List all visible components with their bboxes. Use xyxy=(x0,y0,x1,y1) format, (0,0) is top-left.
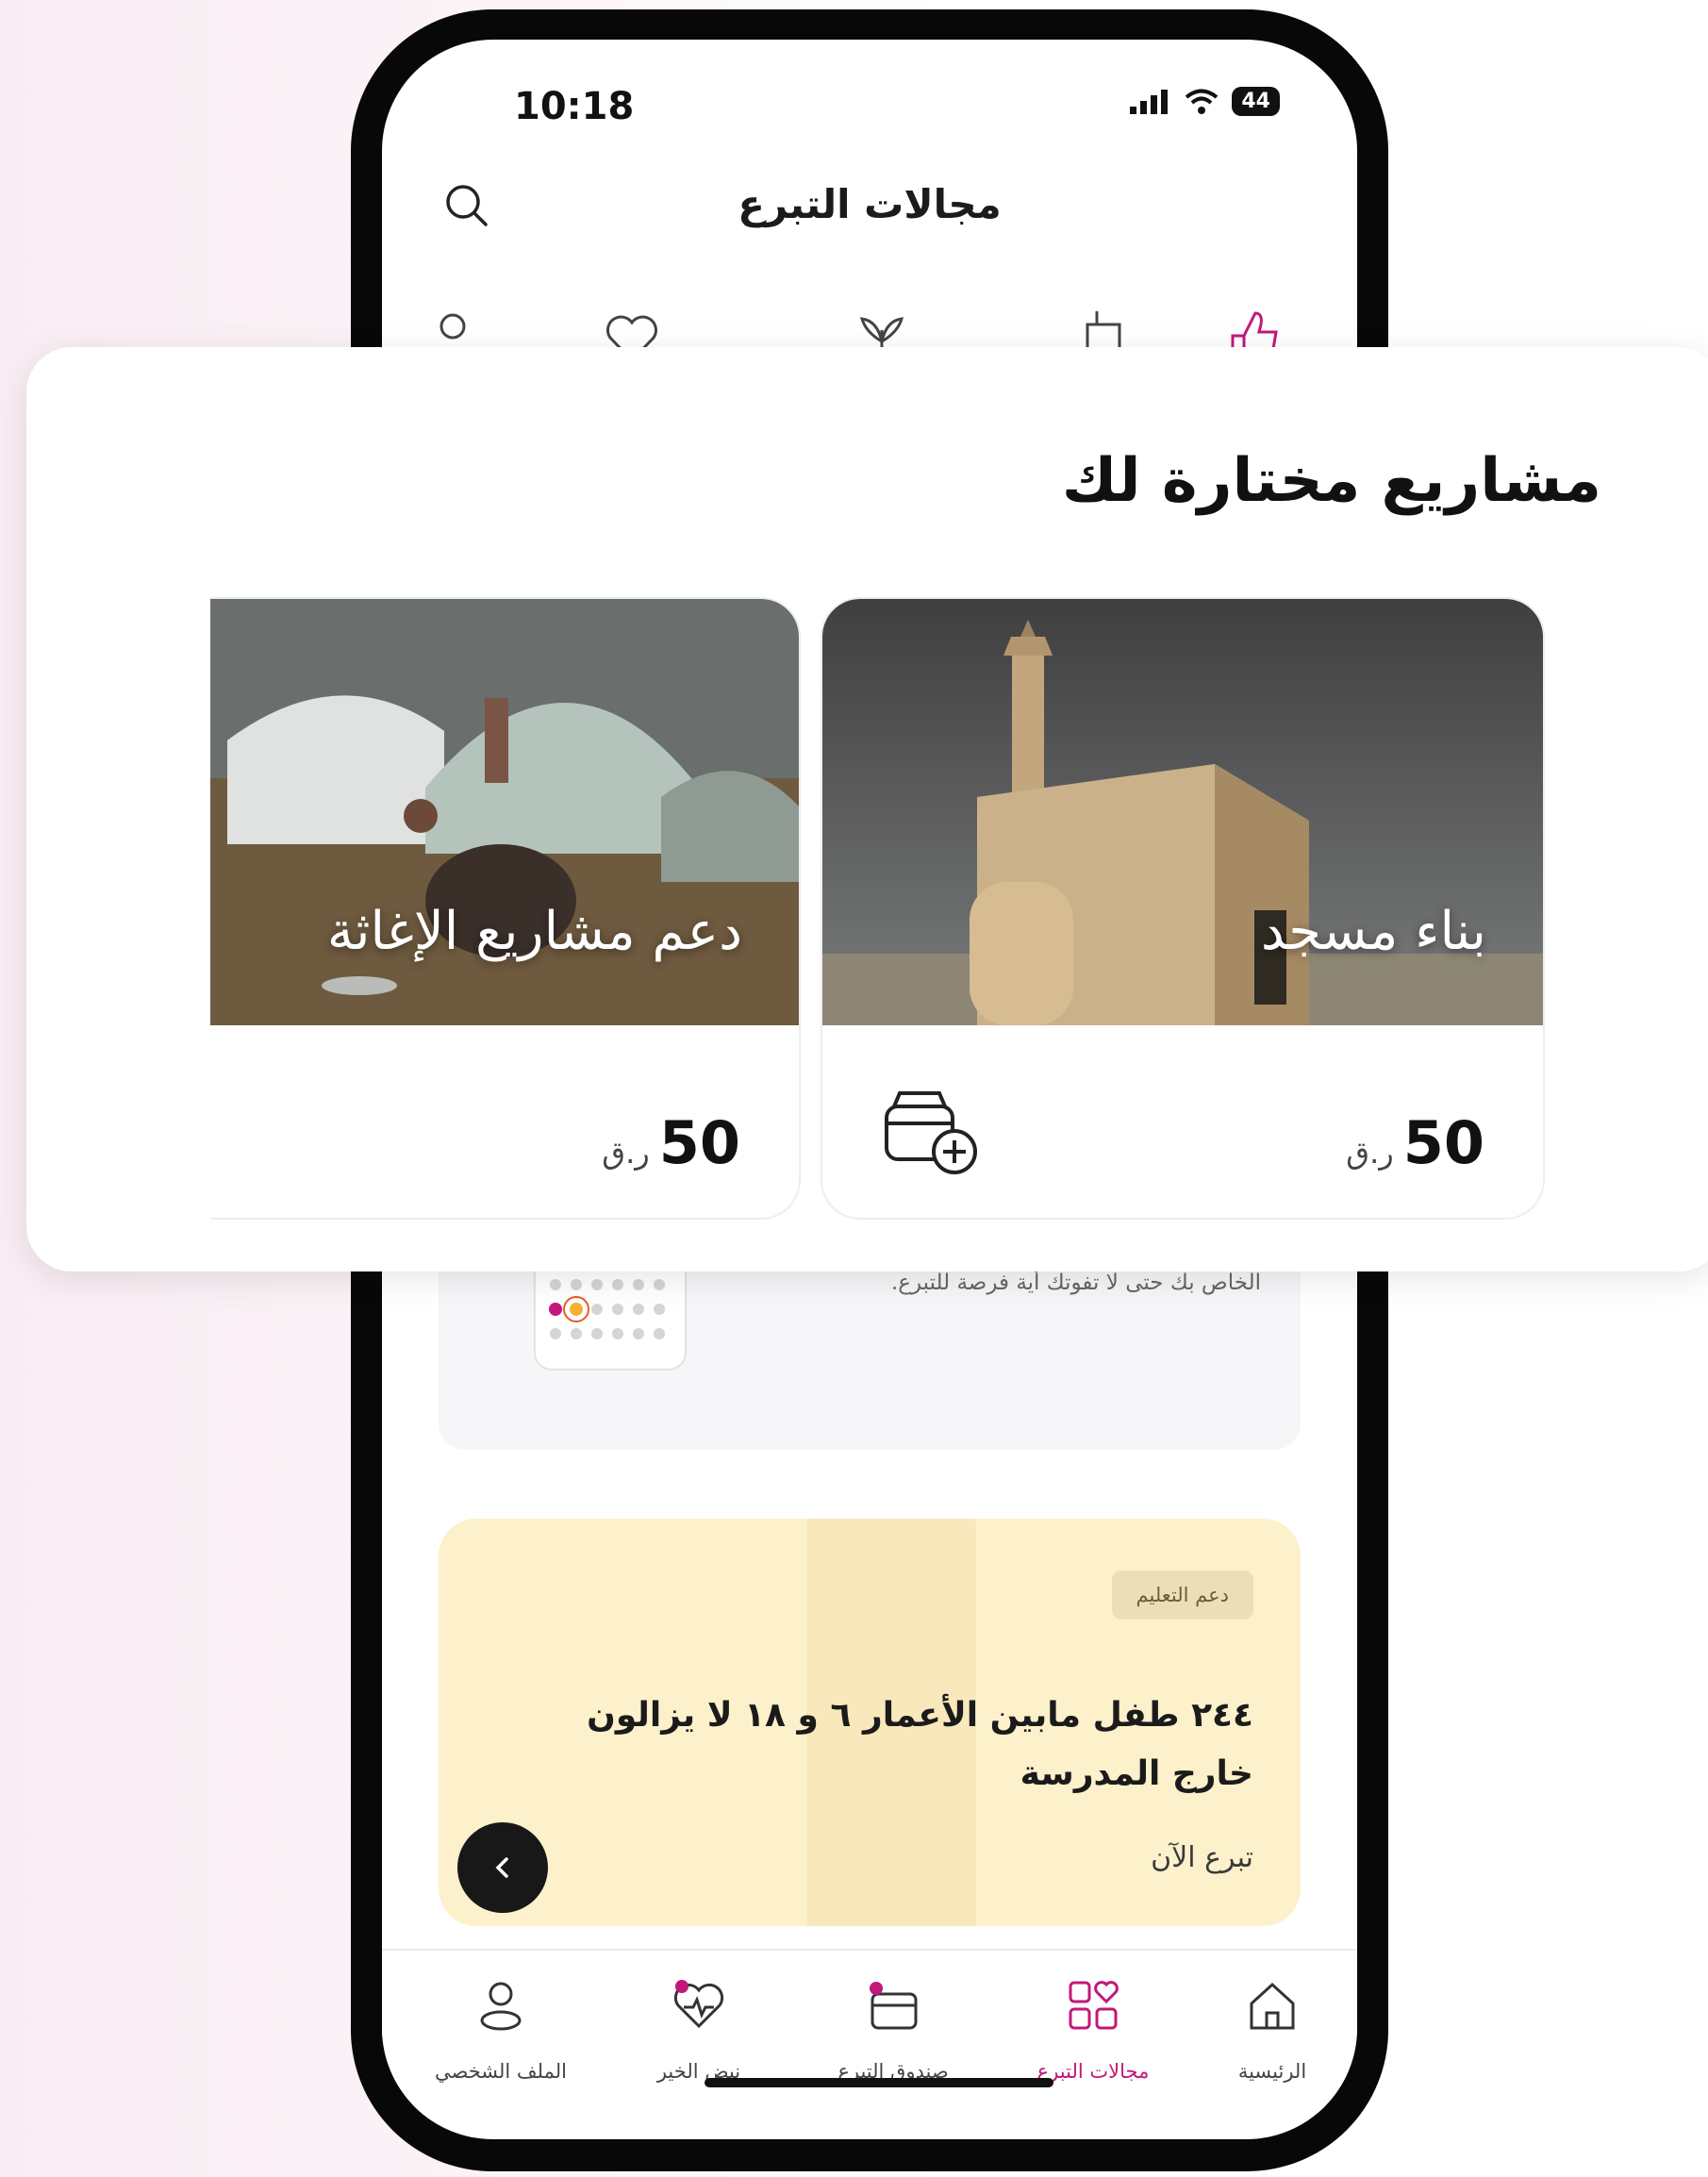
project-price: 50 ر.ق xyxy=(1346,1108,1484,1177)
home-indicator xyxy=(705,2078,1053,2087)
page-title: مجالات التبرع xyxy=(738,181,1002,227)
project-card[interactable]: بناء مسجد 50 ر.ق xyxy=(821,597,1545,1220)
tab-home[interactable]: الرئيسية xyxy=(1187,1979,1357,2083)
banner-tag: دعم التعليم xyxy=(1111,1570,1253,1620)
donation-box-icon xyxy=(870,1982,918,2030)
profile-icon xyxy=(480,1982,522,2031)
carousel-prev-button[interactable] xyxy=(457,1822,548,1913)
tab-categories[interactable]: مجالات التبرع xyxy=(1008,1979,1178,2083)
signal-icon xyxy=(1130,89,1169,114)
price-currency: ر.ق xyxy=(1346,1135,1394,1171)
project-name: بناء مسجد xyxy=(1260,901,1486,962)
heart-pulse-icon xyxy=(673,1980,724,2029)
tab-label: الرئيسية xyxy=(1237,2060,1307,2083)
status-time: 10:18 xyxy=(514,85,635,128)
wifi-icon xyxy=(1186,89,1219,114)
bottom-tab-bar: الرئيسية مجالات التبرع صندوق التبرع نبض … xyxy=(382,1949,1357,2137)
tab-heart-pulse[interactable]: نبض الخير xyxy=(614,1979,784,2083)
price-amount: 50 xyxy=(1402,1108,1484,1177)
price-amount: 50 xyxy=(658,1108,740,1177)
featured-projects-panel: مشاريع مختارة لك بناء مسجد 50 ر.ق دعم مش… xyxy=(26,347,1708,1271)
project-price: 50 ر.ق xyxy=(602,1108,740,1177)
donate-now-link[interactable]: تبرع الآن xyxy=(1151,1841,1253,1874)
add-to-donation-box-icon[interactable] xyxy=(881,1086,985,1178)
home-icon xyxy=(1250,1982,1295,2030)
search-icon[interactable] xyxy=(440,179,493,232)
tab-label: الملف الشخصي xyxy=(435,2060,567,2083)
mosque-image: بناء مسجد xyxy=(822,599,1543,1025)
featured-projects-title: مشاريع مختارة لك xyxy=(1061,446,1601,516)
banner-title: ٢٤٤ طفل مابين الأعمار ٦ و ١٨ لا يزالون خ… xyxy=(587,1696,1253,1793)
status-icons: 44 xyxy=(1130,87,1280,116)
price-currency: ر.ق xyxy=(602,1135,650,1171)
project-name: دعم مشاريع الإغاثة xyxy=(326,901,742,962)
chevron-left-icon xyxy=(495,1857,508,1878)
tab-profile[interactable]: الملف الشخصي xyxy=(416,1979,586,2083)
project-card[interactable]: دعم مشاريع الإغاثة 50 ر.ق xyxy=(210,597,801,1220)
education-banner[interactable]: دعم التعليم ٢٤٤ طفل مابين الأعمار ٦ و ١٨… xyxy=(439,1519,1301,1926)
relief-image: دعم مشاريع الإغاثة xyxy=(210,599,799,1025)
categories-icon xyxy=(1069,1981,1119,2030)
tab-donation-box[interactable]: صندوق التبرع xyxy=(808,1979,978,2083)
battery-icon: 44 xyxy=(1232,87,1280,116)
